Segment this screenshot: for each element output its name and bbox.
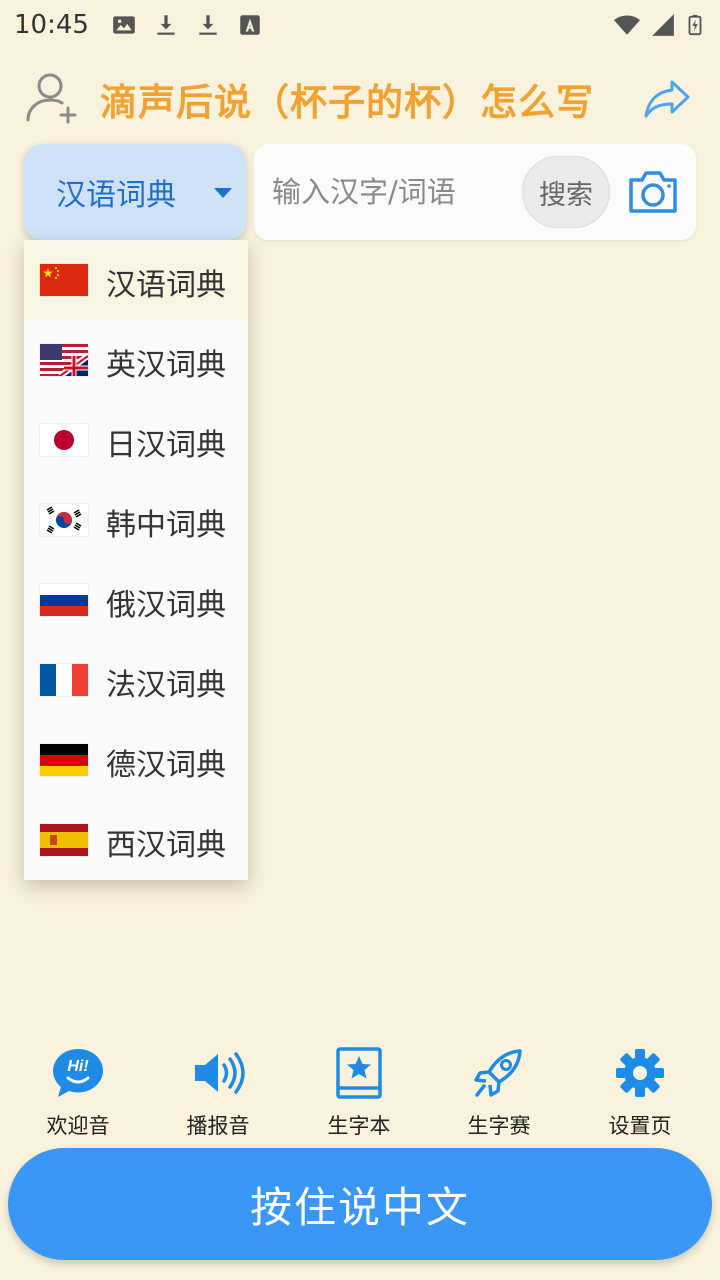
nav-welcome-sound[interactable]: Hi! 欢迎音 bbox=[23, 1044, 133, 1144]
nav-broadcast-sound[interactable]: 播报音 bbox=[163, 1044, 273, 1144]
star-book-icon bbox=[336, 1047, 382, 1099]
dropdown-item-label: 汉语词典 bbox=[106, 268, 226, 303]
status-bar: 10:45 bbox=[0, 0, 720, 50]
search-box: 搜索 bbox=[254, 144, 696, 240]
japan-flag-icon bbox=[40, 424, 88, 456]
dropdown-item-label: 西汉词典 bbox=[106, 828, 226, 863]
usa-uk-flag-icon bbox=[40, 344, 88, 376]
nav-label: 生字赛 bbox=[467, 1114, 531, 1138]
dropdown-item-french[interactable]: 法汉词典 bbox=[24, 640, 248, 720]
dropdown-item-english[interactable]: 英汉词典 bbox=[24, 320, 248, 400]
china-flag-icon bbox=[40, 264, 88, 296]
wifi-icon bbox=[614, 15, 640, 35]
gear-icon bbox=[616, 1049, 664, 1097]
dropdown-item-label: 德汉词典 bbox=[106, 748, 226, 783]
page-title: 滴声后说（杯子的杯）怎么写 bbox=[100, 81, 594, 124]
bottom-nav: Hi! 欢迎音 播报音 生字本 生字赛 设置页 bbox=[0, 1044, 720, 1144]
nav-label: 设置页 bbox=[608, 1114, 672, 1138]
korea-flag-icon bbox=[40, 504, 88, 536]
status-time: 10:45 bbox=[14, 10, 89, 40]
dropdown-item-label: 日汉词典 bbox=[106, 428, 226, 463]
dropdown-item-german[interactable]: 德汉词典 bbox=[24, 720, 248, 800]
status-icons-left bbox=[111, 12, 263, 38]
nav-label: 生字本 bbox=[327, 1114, 391, 1138]
france-flag-icon bbox=[40, 664, 88, 696]
header: 滴声后说（杯子的杯）怎么写 bbox=[0, 64, 720, 130]
dropdown-item-spanish[interactable]: 西汉词典 bbox=[24, 800, 248, 880]
add-user-icon[interactable] bbox=[24, 68, 82, 126]
svg-text:Hi!: Hi! bbox=[67, 1058, 89, 1075]
image-icon bbox=[113, 16, 135, 34]
dropdown-item-label: 法汉词典 bbox=[106, 668, 226, 703]
font-a-icon bbox=[240, 15, 260, 35]
dropdown-item-japanese[interactable]: 日汉词典 bbox=[24, 400, 248, 480]
dropdown-item-label: 俄汉词典 bbox=[106, 588, 226, 623]
search-input[interactable] bbox=[272, 166, 512, 218]
germany-flag-icon bbox=[40, 744, 88, 776]
battery-icon bbox=[688, 14, 702, 36]
hold-to-speak-button[interactable]: 按住说中文 bbox=[8, 1148, 712, 1260]
signal-icon bbox=[652, 14, 674, 36]
dictionary-dropdown: 汉语词典 英汉词典 日汉词典 韩中词典 俄汉词典 法汉词典 德汉词典 西汉词典 bbox=[24, 240, 248, 880]
hi-chat-icon: Hi! bbox=[53, 1049, 103, 1097]
nav-vocabulary-contest[interactable]: 生字赛 bbox=[444, 1044, 554, 1144]
dictionary-select-value: 汉语词典 bbox=[56, 178, 176, 213]
nav-vocabulary-book[interactable]: 生字本 bbox=[304, 1044, 414, 1144]
dictionary-select[interactable]: 汉语词典 bbox=[24, 144, 246, 240]
nav-label: 欢迎音 bbox=[46, 1114, 110, 1138]
search-button[interactable]: 搜索 bbox=[522, 156, 610, 228]
dropdown-item-chinese[interactable]: 汉语词典 bbox=[24, 240, 248, 320]
speaker-icon bbox=[195, 1052, 245, 1094]
nav-settings[interactable]: 设置页 bbox=[585, 1044, 695, 1144]
nav-label: 播报音 bbox=[186, 1114, 250, 1138]
share-arrow-icon[interactable] bbox=[642, 76, 692, 120]
chevron-down-icon bbox=[214, 188, 232, 198]
dropdown-item-label: 韩中词典 bbox=[106, 508, 226, 543]
rocket-icon bbox=[474, 1049, 522, 1097]
russia-flag-icon bbox=[40, 584, 88, 616]
dropdown-item-russian[interactable]: 俄汉词典 bbox=[24, 560, 248, 640]
download-icon bbox=[157, 15, 175, 35]
spain-flag-icon bbox=[40, 824, 88, 856]
status-icons-right bbox=[612, 12, 706, 38]
dropdown-item-label: 英汉词典 bbox=[106, 348, 226, 383]
dropdown-item-korean[interactable]: 韩中词典 bbox=[24, 480, 248, 560]
download-icon bbox=[199, 15, 217, 35]
camera-icon[interactable] bbox=[626, 168, 680, 216]
